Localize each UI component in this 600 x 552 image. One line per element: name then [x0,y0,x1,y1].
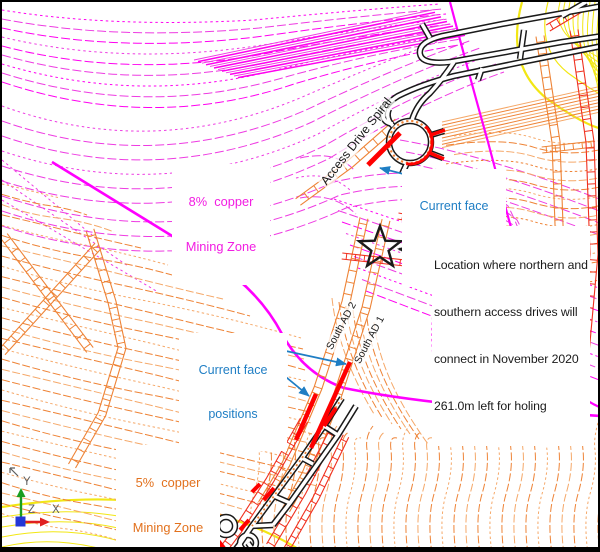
orange-contour-line [374,322,428,444]
label-line: 5% copper [116,475,220,490]
orange-contour-line [394,426,409,552]
label-line: Current face [402,199,506,214]
tunnel-interior-path [252,525,273,526]
axis-x-label: X [52,504,60,518]
axis-origin-icon [16,517,26,527]
drive-ladder-line [76,229,127,468]
orange-contour-line [442,431,457,552]
zone-5-percent-copper-label: 5% copper Mining Zone [116,445,220,552]
magenta-contour-line [2,39,461,97]
orange-contour-line [382,438,397,552]
red-highlight-path [296,394,316,440]
note-line: southern access drives will [434,305,588,321]
magenta-contour-line [2,4,440,22]
orange-contour-line [370,432,385,552]
label-line: Mining Zone [116,520,220,535]
note-line: connect in November 2020 [434,352,588,368]
zone-8-percent-copper-label: 8% copper Mining Zone [172,164,270,285]
magenta-contour-line [2,19,449,54]
label-line: 8% copper [172,194,270,209]
orange-contour-line [2,215,141,248]
orange-contour-line [346,438,361,552]
axis-x-arrowhead-icon [40,518,50,527]
orange-contour-line [418,438,433,552]
magenta-contour-line [2,32,464,131]
orange-contour-line [454,132,600,143]
magenta-contour-line [2,180,128,266]
holing-note: Location where northern and southern acc… [432,226,590,446]
label-line: Current face [179,363,287,378]
axis-z-label: Z [28,504,35,518]
orange-contour-line [454,435,469,552]
label-line: positions [179,407,287,422]
orange-contour-line [490,431,505,552]
mine-plan-map[interactable]: Access Drive Spiral South AD 2 South AD … [0,0,600,552]
orange-contour-line [406,432,421,552]
label-line: Mining Zone [172,239,270,254]
note-line: Location where northern and [434,258,588,274]
axis-y-label: Y [23,476,31,490]
orange-contour-line [2,184,60,198]
note-line: 261.0m left for holing [434,399,588,415]
current-face-positions-south-label: Current face positions [179,333,287,451]
orange-contour-line [2,194,87,215]
ucs-mini-arrow-icon [10,468,18,476]
orange-contour-line [358,426,373,552]
